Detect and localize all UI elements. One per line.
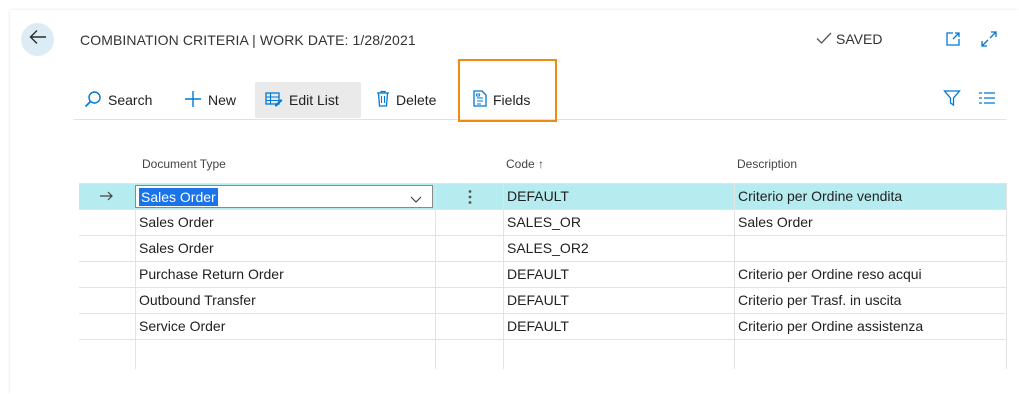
document-type-cell[interactable]: Sales Order: [135, 210, 435, 235]
row-actions-button[interactable]: [435, 184, 503, 209]
row-selector[interactable]: [79, 262, 135, 287]
row-arrow-icon: [100, 188, 114, 204]
code-cell[interactable]: DEFAULT: [503, 288, 734, 313]
combination-criteria-grid: DEFAULT Criterio per Ordine vendita Sale…: [79, 183, 1007, 369]
expand-icon[interactable]: [980, 30, 998, 53]
table-row[interactable]: DEFAULT Criterio per Ordine vendita Sale…: [79, 184, 1007, 210]
table-row[interactable]: Outbound Transfer DEFAULT Criterio per T…: [79, 288, 1007, 314]
fields-label: Fields: [493, 92, 531, 108]
checkmark-icon: [816, 31, 832, 47]
new-button[interactable]: New: [178, 82, 242, 118]
code-cell[interactable]: DEFAULT: [503, 262, 734, 287]
edit-list-button[interactable]: Edit List: [255, 82, 361, 118]
description-cell[interactable]: [734, 340, 1007, 369]
row-actions-cell[interactable]: [435, 262, 503, 287]
table-row[interactable]: Service Order DEFAULT Criterio per Ordin…: [79, 314, 1007, 340]
code-cell[interactable]: SALES_OR2: [503, 236, 734, 261]
code-cell[interactable]: [503, 340, 734, 369]
table-row[interactable]: Purchase Return Order DEFAULT Criterio p…: [79, 262, 1007, 288]
more-vertical-icon: [468, 188, 472, 205]
delete-button[interactable]: Delete: [370, 82, 442, 118]
new-label: New: [208, 92, 237, 108]
document-type-cell[interactable]: Outbound Transfer: [135, 288, 435, 313]
list-view-icon[interactable]: [979, 91, 995, 110]
open-in-new-window-icon[interactable]: [944, 30, 962, 53]
fields-icon: [473, 90, 487, 110]
saved-status: SAVED: [816, 31, 882, 47]
action-toolbar: Search New Edit List Delete Fields: [74, 79, 1006, 120]
search-label: Search: [108, 92, 153, 108]
saved-label: SAVED: [836, 31, 883, 47]
column-header-document-type[interactable]: Document Type: [142, 157, 226, 171]
row-actions-cell[interactable]: [435, 288, 503, 313]
document-type-cell[interactable]: Purchase Return Order: [135, 262, 435, 287]
code-cell[interactable]: DEFAULT: [503, 184, 734, 209]
row-selector[interactable]: [79, 236, 135, 261]
row-selector[interactable]: [79, 314, 135, 339]
new-entry-row[interactable]: [79, 340, 1007, 369]
row-selector[interactable]: [79, 288, 135, 313]
page-title: COMBINATION CRITERIA | WORK DATE: 1/28/2…: [80, 32, 416, 48]
fields-button[interactable]: Fields: [467, 82, 536, 118]
back-arrow-icon: [29, 29, 47, 50]
row-actions-cell[interactable]: [435, 340, 503, 369]
edit-list-icon: [265, 91, 283, 110]
row-actions-cell[interactable]: [435, 236, 503, 261]
table-row[interactable]: Sales Order SALES_OR Sales Order: [79, 210, 1007, 236]
document-type-cell[interactable]: [135, 340, 435, 369]
row-selector[interactable]: [79, 340, 135, 369]
description-cell[interactable]: Criterio per Ordine reso acqui: [734, 262, 1007, 287]
document-type-cell[interactable]: Service Order: [135, 314, 435, 339]
description-cell[interactable]: Criterio per Ordine assistenza: [734, 314, 1007, 339]
filter-icon[interactable]: [943, 89, 961, 112]
row-selector[interactable]: [79, 184, 135, 209]
column-header-code[interactable]: Code ↑: [506, 157, 544, 171]
document-type-select-value: Sales Order: [139, 187, 218, 206]
description-cell[interactable]: Sales Order: [734, 210, 1007, 235]
code-cell[interactable]: SALES_OR: [503, 210, 734, 235]
back-button[interactable]: [21, 23, 54, 56]
trash-icon: [376, 90, 390, 110]
search-icon: [84, 90, 102, 111]
delete-label: Delete: [396, 92, 437, 108]
plus-icon: [184, 90, 202, 111]
edit-list-label: Edit List: [289, 92, 339, 108]
row-actions-cell[interactable]: [435, 314, 503, 339]
document-type-select[interactable]: Sales Order: [135, 185, 433, 208]
document-type-cell[interactable]: Sales Order: [135, 236, 435, 261]
row-actions-cell[interactable]: [435, 210, 503, 235]
description-cell[interactable]: Criterio per Trasf. in uscita: [734, 288, 1007, 313]
row-selector[interactable]: [79, 210, 135, 235]
description-cell[interactable]: Criterio per Ordine vendita: [734, 184, 1007, 209]
column-header-description[interactable]: Description: [737, 157, 797, 171]
code-cell[interactable]: DEFAULT: [503, 314, 734, 339]
chevron-down-icon: [410, 191, 422, 207]
description-cell[interactable]: [734, 236, 1007, 261]
table-row[interactable]: Sales Order SALES_OR2: [79, 236, 1007, 262]
search-button[interactable]: Search: [78, 82, 158, 118]
